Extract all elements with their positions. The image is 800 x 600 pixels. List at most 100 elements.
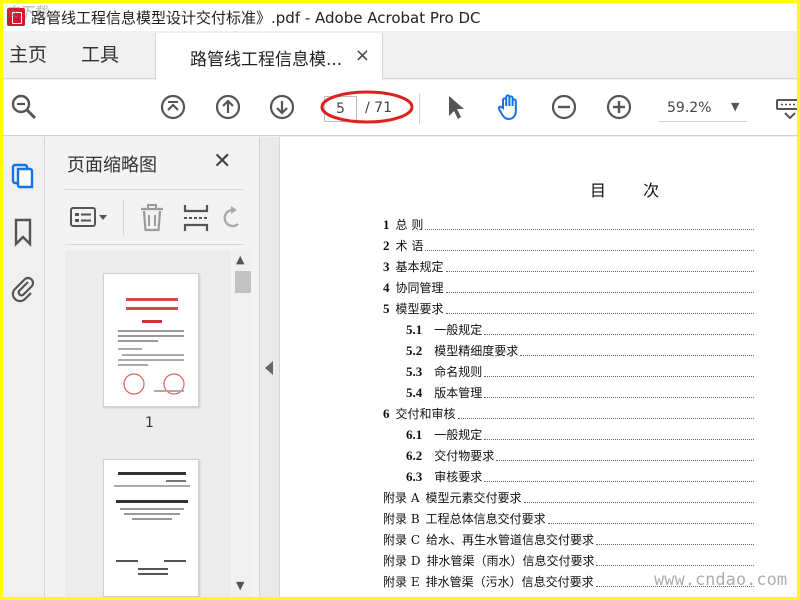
toc-entry[interactable]: 6.2 交付物要求 (406, 446, 754, 464)
more-tools-keyboard-icon[interactable] (775, 92, 797, 122)
toc-entry[interactable]: 6.3 审核要求 (406, 467, 754, 485)
insert-page-icon[interactable] (181, 202, 211, 234)
zoom-in-icon[interactable] (604, 92, 634, 122)
toc-entry-number: 5 (383, 301, 390, 316)
toc-entry-number: 6.1 (406, 427, 423, 442)
toc-dot-leader (425, 220, 754, 230)
delete-trash-icon[interactable] (137, 202, 167, 234)
page-thumbnail[interactable] (103, 459, 199, 597)
zoom-select[interactable]: 59.2% ▼ (659, 96, 747, 122)
toc-dot-leader (484, 388, 754, 398)
toc-dot-leader (484, 430, 754, 440)
thumbnail-scrollbar[interactable]: ▲ ▼ (233, 251, 251, 597)
toc-entry[interactable]: 6.1 一般规定 (406, 425, 754, 443)
scrollbar-thumb[interactable] (235, 271, 251, 293)
toc-entry[interactable]: 5.2 模型精细度要求 (406, 341, 754, 359)
toc-dot-leader (484, 472, 754, 482)
document-view[interactable]: 目 次 1 总 则 2 术 语 3 基本规定 4 协同管理 5 模型要求 5.1 一般规定 5.2 模型精… (280, 137, 797, 597)
tab-home[interactable]: 主页 (9, 31, 47, 79)
toc-entry[interactable]: 5.3 命名规则 (406, 362, 754, 380)
bookmark-icon[interactable] (9, 217, 37, 247)
toc-entry[interactable]: 附录 A 模型元素交付要求 (383, 488, 754, 506)
toc-entry[interactable]: 2 术 语 (383, 236, 754, 254)
thumbnail-options-menu-icon[interactable] (69, 204, 113, 232)
page-thumbnail[interactable] (103, 273, 199, 407)
thumbnails-panel: 页面缩略图 ✕ 1 ▲ ▼ (45, 137, 260, 597)
toc-dot-leader (484, 325, 754, 335)
toc-entry[interactable]: 1 总 则 (383, 215, 754, 233)
left-navigation-rail (3, 137, 45, 597)
toolbar-separator (419, 94, 420, 124)
chevron-up-icon[interactable]: ▲ (236, 253, 244, 266)
toc-entry-label: 总 则 (395, 218, 424, 232)
zoom-out-magnifier-icon[interactable] (9, 92, 39, 122)
toc-entry-number: 6 (383, 406, 390, 421)
select-cursor-icon[interactable] (440, 92, 470, 122)
toc-entry-label: 基本规定 (395, 260, 444, 274)
collapse-arrow-icon[interactable] (265, 361, 273, 375)
toc-dot-leader (520, 346, 754, 356)
toc-entry-label: 审核要求 (434, 470, 483, 484)
toc-entry[interactable]: 附录 C 给水、再生水管道信息交付要求 (383, 530, 754, 548)
close-panel-button[interactable]: ✕ (213, 149, 231, 174)
toc-entry-number: 3 (383, 259, 390, 274)
first-page-icon[interactable] (158, 92, 188, 122)
toc-dot-leader (457, 409, 754, 419)
toc-entry[interactable]: 附录 D 排水管渠（雨水）信息交付要求 (383, 551, 754, 569)
toc-dot-leader (596, 535, 754, 545)
toc-entry-label: 命名规则 (434, 365, 483, 379)
zoom-out-icon[interactable] (549, 92, 579, 122)
page-thumbnails-icon[interactable] (9, 161, 37, 191)
close-tab-button[interactable]: × (355, 45, 370, 66)
rotate-page-icon[interactable] (221, 204, 243, 232)
toc-entry-label: 一般规定 (434, 323, 483, 337)
watermark-bottom-right: www.cndao.com (654, 570, 788, 590)
page-thumbnail-preview (118, 298, 185, 395)
toc-entry-number: 附录 B (383, 512, 420, 526)
toc-entry-label: 给水、再生水管道信息交付要求 (426, 533, 595, 547)
window-title: 路管线工程信息模型设计交付标准》.pdf - Adobe Acrobat Pro… (31, 8, 481, 27)
toc-entry-number: 5.4 (406, 385, 423, 400)
toc-entry-label: 协同管理 (395, 281, 444, 295)
toc-entry-number: 5.3 (406, 364, 423, 379)
toc-entry-number: 附录 D (383, 554, 421, 568)
hand-tool-icon[interactable] (494, 92, 524, 122)
toc-entry-number: 6.3 (406, 469, 423, 484)
chevron-down-icon[interactable]: ▼ (236, 579, 244, 592)
panel-collapse-strip[interactable] (260, 137, 280, 597)
toc-entry-label: 版本管理 (434, 386, 483, 400)
thumbnail-list[interactable]: 1 (65, 251, 231, 597)
toc-entry-label: 模型要求 (395, 302, 444, 316)
toc-entry[interactable]: 5.1 一般规定 (406, 320, 754, 338)
toc-dot-leader (445, 304, 754, 314)
previous-page-icon[interactable] (213, 92, 243, 122)
tab-document[interactable]: 路管线工程信息模... × (155, 33, 383, 80)
toc-entry[interactable]: 附录 B 工程总体信息交付要求 (383, 509, 754, 527)
toc-entry-label: 模型元素交付要求 (425, 491, 522, 505)
tab-tools[interactable]: 工具 (81, 31, 119, 79)
toc-entry[interactable]: 3 基本规定 (383, 257, 754, 275)
red-annotation-ellipse (320, 90, 414, 124)
toc-entry-number: 5.2 (406, 343, 423, 358)
toc-entry-number: 附录 E (383, 575, 420, 589)
toc-entry-label: 术 语 (395, 239, 424, 253)
toc-entry-number: 6.2 (406, 448, 423, 463)
attachment-paperclip-icon[interactable] (9, 273, 37, 303)
toolbar: 5 / 71 59.2% ▼ (3, 80, 797, 136)
toc-entry[interactable]: 5.4 版本管理 (406, 383, 754, 401)
toc-dot-leader (496, 451, 754, 461)
toc-dot-leader (445, 262, 754, 272)
thumbnail-toolbar-separator (123, 200, 124, 236)
next-page-icon[interactable] (267, 92, 297, 122)
toc-entry[interactable]: 4 协同管理 (383, 278, 754, 296)
toc-dot-leader (425, 241, 754, 251)
chevron-down-icon: ▼ (731, 100, 740, 113)
toc-entry-label: 排水管渠（雨水）信息交付要求 (426, 554, 595, 568)
document-tab-label: 路管线工程信息模... (190, 50, 343, 70)
toc-dot-leader (523, 493, 754, 503)
toc-dot-leader (547, 514, 754, 524)
toc-entry[interactable]: 5 模型要求 (383, 299, 754, 317)
toc-entry[interactable]: 6 交付和审核 (383, 404, 754, 422)
thumbnail-page-number: 1 (145, 415, 154, 431)
toc-entry-number: 2 (383, 238, 390, 253)
